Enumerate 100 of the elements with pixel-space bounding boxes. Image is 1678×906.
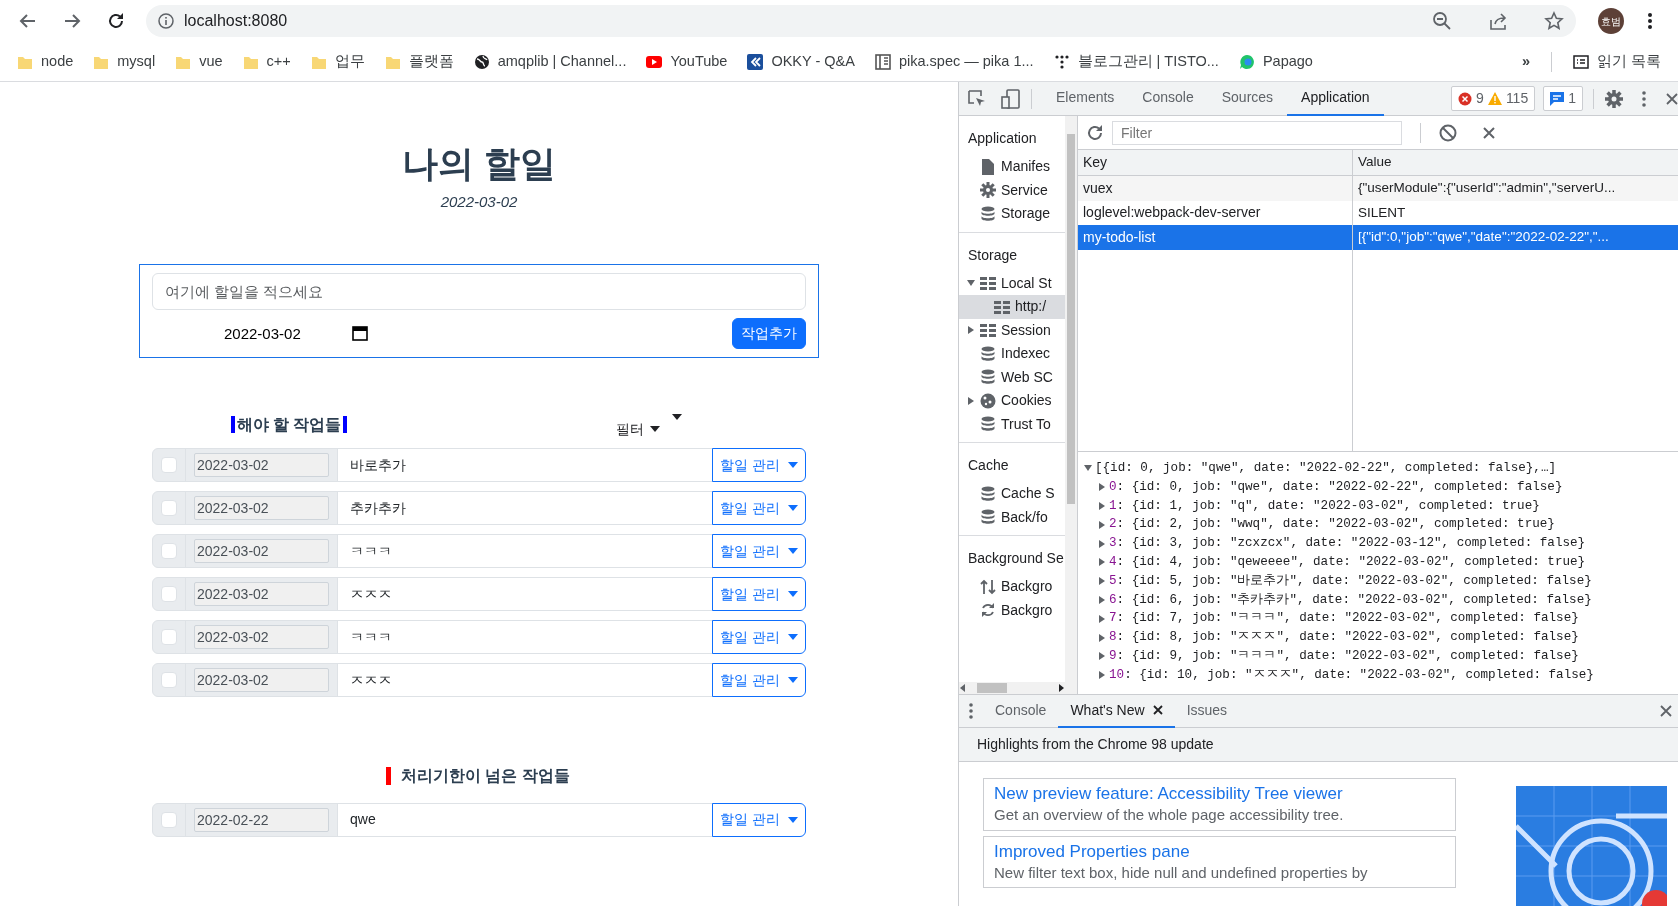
card-link[interactable]: Improved Properties pane — [994, 840, 1445, 863]
expand-arrow-icon[interactable] — [1098, 502, 1106, 510]
expand-arrow-icon[interactable] — [1098, 483, 1106, 492]
date-input[interactable]: 2022-03-02 — [224, 319, 342, 347]
drawer-tab[interactable]: Console — [983, 694, 1059, 728]
expand-arrow-icon[interactable] — [1098, 539, 1106, 548]
sidebar-item[interactable]: Session — [959, 318, 1065, 342]
expand-arrow-icon[interactable] — [1098, 633, 1106, 642]
date-field[interactable]: 2022-03-02 — [194, 625, 329, 650]
task-field[interactable]: 추카추카 — [337, 491, 713, 526]
address-field[interactable]: localhost:8080 — [184, 9, 384, 33]
task-input[interactable]: 여기에 할일을 적으세요 — [152, 272, 806, 310]
sidebar-item[interactable]: Manifes — [959, 155, 1065, 179]
panel-tab[interactable]: Application — [1287, 81, 1384, 116]
bookmark[interactable]: OKKY - Q&A — [738, 46, 864, 77]
sidebar-item[interactable]: Cache S — [959, 482, 1065, 506]
device-icon[interactable] — [1001, 88, 1021, 109]
more-icon[interactable] — [1642, 90, 1646, 107]
star-icon[interactable] — [1544, 11, 1564, 31]
task-checkbox[interactable] — [161, 629, 177, 646]
news-card[interactable]: New preview feature: Accessibility Tree viewer Get an overview of the whole page accessibility tree. — [983, 778, 1456, 831]
expand-arrow-icon[interactable] — [1098, 520, 1106, 529]
storage-row[interactable]: my-todo-list [{"id":0,"job":"qwe","date":"2022-02-22","... — [1078, 225, 1678, 250]
manage-dropdown-button[interactable]: 할일 관리 — [712, 491, 806, 526]
horizontal-scrollbar[interactable] — [959, 682, 1065, 694]
filter-dropdown[interactable]: 필터 — [616, 418, 660, 440]
task-checkbox[interactable] — [161, 543, 177, 560]
sidebar-item[interactable]: Cookies — [959, 389, 1065, 413]
bookmark[interactable]: node — [8, 46, 83, 77]
task-checkbox[interactable] — [161, 500, 177, 517]
drawer-tab[interactable]: Issues — [1174, 694, 1240, 728]
date-field[interactable]: 2022-03-02 — [194, 582, 329, 607]
task-field[interactable]: ㅋㅋㅋ — [337, 534, 713, 569]
date-field[interactable]: 2022-02-22 — [194, 807, 329, 832]
issues-counter[interactable]: 9 115 — [1451, 86, 1536, 111]
panel-tab[interactable]: Sources — [1207, 81, 1288, 116]
clear-all-icon[interactable] — [1439, 123, 1457, 142]
card-link[interactable]: New preview feature: Accessibility Tree viewer — [994, 783, 1445, 806]
add-task-button[interactable]: 작업추가 — [732, 317, 806, 349]
manage-dropdown-button[interactable]: 할일 관리 — [712, 802, 806, 837]
bookmark[interactable]: YouTube — [637, 46, 737, 77]
messages-counter[interactable]: 1 — [1543, 86, 1583, 111]
bookmark[interactable]: pika.spec — pika 1... — [865, 46, 1043, 77]
refresh-icon[interactable] — [1086, 123, 1104, 142]
share-icon[interactable] — [1488, 11, 1508, 31]
task-checkbox[interactable] — [161, 457, 177, 474]
bookmark[interactable]: c++ — [233, 46, 300, 77]
menu-icon[interactable] — [1647, 12, 1653, 30]
sidebar-item[interactable]: Local St — [959, 271, 1065, 295]
bookmark[interactable]: vue — [166, 46, 232, 77]
expand-arrow-icon[interactable] — [1098, 671, 1106, 680]
sidebar-item[interactable]: Service — [959, 178, 1065, 202]
task-checkbox[interactable] — [161, 811, 177, 828]
bookmark[interactable]: Papago — [1229, 46, 1322, 77]
sidebar-item[interactable]: Back/fo — [959, 505, 1065, 529]
task-field[interactable]: ㅈㅈㅈ — [337, 577, 713, 612]
sidebar-item[interactable]: Trust To — [959, 412, 1065, 436]
task-field[interactable]: qwe — [337, 802, 713, 837]
reload-icon[interactable] — [106, 11, 126, 31]
expand-arrow-icon[interactable] — [1098, 595, 1106, 604]
panel-tab[interactable]: Console — [1128, 81, 1208, 116]
manage-dropdown-button[interactable]: 할일 관리 — [712, 620, 806, 655]
panel-tab[interactable]: Elements — [1042, 81, 1129, 116]
expand-arrow-icon[interactable] — [1098, 614, 1106, 623]
bookmark[interactable]: amqplib | Channel... — [464, 46, 636, 77]
close-icon[interactable] — [1152, 705, 1163, 715]
task-field[interactable]: 바로추가 — [337, 448, 713, 483]
storage-row[interactable]: vuex {"userModule":{"userId":"admin","serverU... — [1078, 176, 1678, 201]
bookmark[interactable]: 블로그관리 | TISTO... — [1044, 46, 1228, 77]
bookmark[interactable]: 플랫폼 — [375, 46, 463, 77]
date-field[interactable]: 2022-03-02 — [194, 496, 329, 521]
task-field[interactable]: ㅈㅈㅈ — [337, 663, 713, 698]
more-icon[interactable] — [969, 703, 973, 719]
manage-dropdown-button[interactable]: 할일 관리 — [712, 534, 806, 569]
reading-list-button[interactable]: 읽기 목록 — [1563, 46, 1670, 77]
expand-arrow-icon[interactable] — [1098, 577, 1106, 586]
sidebar-item[interactable]: Web SC — [959, 365, 1065, 389]
sidebar-item[interactable]: http:/ — [959, 295, 1065, 319]
manage-dropdown-button[interactable]: 할일 관리 — [712, 577, 806, 612]
zoom-icon[interactable] — [1432, 11, 1452, 31]
sidebar-item[interactable]: Backgro — [959, 598, 1065, 622]
settings-icon[interactable] — [1604, 88, 1624, 109]
delete-icon[interactable] — [1483, 126, 1495, 139]
vertical-scrollbar[interactable] — [1065, 116, 1077, 694]
column-header[interactable]: Key — [1078, 150, 1353, 175]
sidebar-item[interactable]: Indexec — [959, 342, 1065, 366]
date-field[interactable]: 2022-03-02 — [194, 668, 329, 693]
sidebar-item[interactable]: Storage — [959, 202, 1065, 226]
expand-arrow-icon[interactable] — [1098, 558, 1106, 567]
filter-field[interactable]: Filter — [1112, 120, 1402, 145]
manage-dropdown-button[interactable]: 할일 관리 — [712, 663, 806, 698]
profile-avatar[interactable]: 효범 — [1598, 8, 1624, 34]
date-field[interactable]: 2022-03-02 — [194, 453, 329, 478]
bookmark[interactable]: 업무 — [301, 46, 374, 77]
task-field[interactable]: ㅋㅋㅋ — [337, 620, 713, 655]
more-bookmarks-button[interactable]: » — [1512, 46, 1539, 77]
task-checkbox[interactable] — [161, 672, 177, 689]
date-field[interactable]: 2022-03-02 — [194, 539, 329, 564]
expand-arrow-icon[interactable] — [1098, 652, 1106, 661]
task-checkbox[interactable] — [161, 586, 177, 603]
